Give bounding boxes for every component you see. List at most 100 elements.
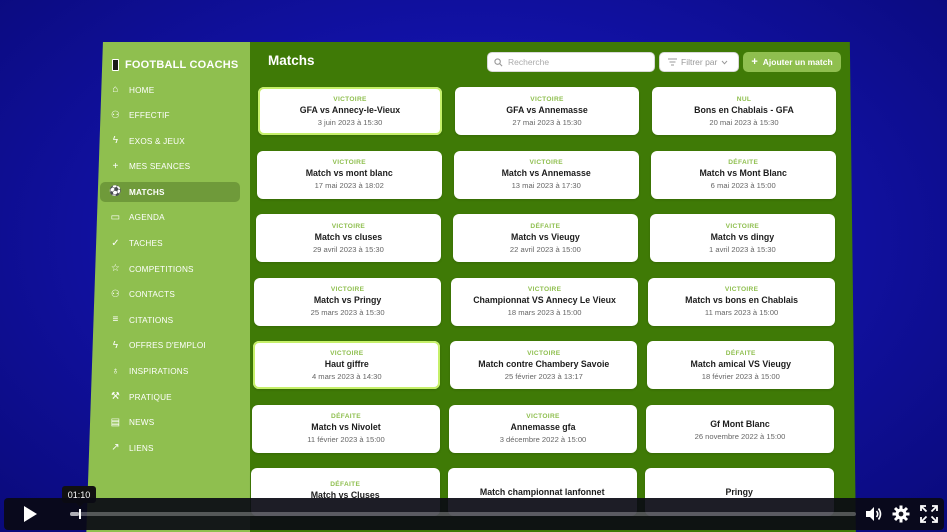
- sidebar-item-label: NEWS: [129, 418, 155, 428]
- progress-bar[interactable]: [70, 509, 856, 519]
- match-card[interactable]: VICTOIRE Championnat VS Annecy Le Vieux 18…: [451, 277, 638, 326]
- sidebar-item-news[interactable]: ▤ NEWS: [100, 413, 240, 433]
- match-card[interactable]: DÉFAITE Match amical VS Vieugy 18 février …: [647, 341, 835, 389]
- match-title: Match vs bons en Chablais: [685, 295, 799, 305]
- match-title: GFA vs Annecy-le-Vieux: [299, 104, 401, 115]
- match-date: 18 février 2023 à 15:00: [701, 371, 780, 381]
- sidebar-item-pratique[interactable]: ⚒ PRATIQUE: [100, 387, 240, 407]
- sidebar-item-inspirations[interactable]: ♁ INSPIRATIONS: [100, 362, 240, 382]
- match-card[interactable]: DÉFAITE Match vs Nivolet 11 février 2023 à…: [252, 404, 440, 453]
- match-title: Match contre Chambery Savoie: [478, 358, 610, 369]
- news-icon: ▤: [110, 416, 121, 428]
- sidebar-item-agenda[interactable]: ▭ AGENDA: [100, 208, 240, 228]
- app-window: FOOTBALL COACHS ⌂ HOME ⚇ EFFECTIF ϟ EXOS & JE…: [86, 42, 856, 532]
- match-status: VICTOIRE: [530, 95, 564, 103]
- match-card[interactable]: DÉFAITE Match vs Vieugy 22 avril 2023 à 15…: [452, 214, 639, 262]
- match-title: Annemasse gfa: [510, 422, 576, 432]
- match-card[interactable]: VICTOIRE Haut giffre 4 mars 2023 à 14:30: [253, 341, 441, 389]
- match-card[interactable]: VICTOIRE Match contre Chambery Savoie 25 f…: [450, 341, 638, 389]
- match-card[interactable]: VICTOIRE GFA vs Annemasse 27 mai 2023 à 15…: [455, 87, 639, 135]
- match-status: DÉFAITE: [725, 349, 756, 357]
- home-icon: ⌂: [112, 84, 119, 95]
- sidebar-item-citations[interactable]: ≡ CITATIONS: [100, 310, 240, 330]
- sidebar-item-label: HOME: [129, 85, 155, 95]
- match-card[interactable]: Gf Mont Blanc 26 novembre 2022 à 15:00: [646, 404, 834, 453]
- sidebar-item-contacts[interactable]: ⚇ CONTACTS: [100, 285, 240, 305]
- calendar-icon: ▭: [110, 211, 121, 223]
- page-title: Matchs: [268, 53, 315, 68]
- match-title: Match vs mont blanc: [305, 168, 393, 178]
- sidebar-item-label: PRATIQUE: [129, 392, 172, 402]
- sidebar-item-offres-d-emploi[interactable]: ϟ OFFRES D'EMPLOI: [100, 336, 240, 356]
- sidebar-item-label: COMPETITIONS: [129, 264, 194, 274]
- sidebar-item-exos-jeux[interactable]: ϟ EXOS & JEUX: [100, 131, 240, 151]
- match-title: Bons en Chablais - GFA: [694, 104, 794, 115]
- brand: FOOTBALL COACHS: [86, 50, 250, 78]
- match-card[interactable]: VICTOIRE Match vs bons en Chablais 11 mars…: [648, 277, 835, 326]
- match-date: 29 avril 2023 à 15:30: [312, 244, 384, 254]
- sidebar-item-label: TACHES: [129, 239, 163, 249]
- sidebar-item-taches[interactable]: ✓ TACHES: [100, 234, 240, 254]
- match-title: Gf Mont Blanc: [710, 418, 770, 429]
- match-card[interactable]: NUL Bons en Chablais - GFA 20 mai 2023 à 1…: [652, 87, 836, 135]
- sidebar-item-liens[interactable]: ↗ LIENS: [100, 438, 240, 458]
- match-date: 26 novembre 2022 à 15:00: [694, 431, 786, 441]
- add-match-label: Ajouter un match: [762, 57, 833, 67]
- settings-icon[interactable]: [892, 505, 910, 523]
- match-card[interactable]: VICTOIRE Match vs Pringy 25 mars 2023 à 15…: [254, 277, 441, 326]
- sidebar-nav: ⌂ HOME ⚇ EFFECTIF ϟ EXOS & JEUX + MES SEANCES ⚽ M…: [86, 80, 250, 458]
- progress-fill: [70, 512, 80, 516]
- tool-icon: ⚒: [110, 391, 121, 403]
- sidebar-item-home[interactable]: ⌂ HOME: [100, 80, 240, 100]
- sidebar-item-mes-seances[interactable]: + MES SEANCES: [100, 157, 240, 177]
- match-status: VICTOIRE: [724, 286, 759, 293]
- match-title: Match amical VS Vieugy: [690, 358, 792, 369]
- match-date: 6 mai 2023 à 15:00: [710, 181, 776, 190]
- match-status: VICTOIRE: [529, 159, 563, 166]
- match-title: Match vs Vieugy: [511, 231, 580, 242]
- match-status: DÉFAITE: [330, 481, 361, 488]
- video-stage: FOOTBALL COACHS ⌂ HOME ⚇ EFFECTIF ϟ EXOS & JE…: [0, 0, 947, 532]
- sidebar-item-competitions[interactable]: ☆ COMPETITIONS: [100, 259, 240, 279]
- sidebar-item-label: MES SEANCES: [129, 162, 191, 172]
- match-card[interactable]: VICTOIRE Match vs dingy 1 avril 2023 à 15:…: [649, 214, 836, 262]
- sidebar-item-effectif[interactable]: ⚇ EFFECTIF: [100, 106, 240, 126]
- sidebar-item-matchs[interactable]: ⚽ MATCHS: [100, 182, 240, 203]
- sidebar-item-label: MATCHS: [129, 187, 165, 197]
- sidebar-item-label: CONTACTS: [129, 290, 176, 300]
- add-match-button[interactable]: + Ajouter un match: [743, 52, 841, 72]
- match-status: DÉFAITE: [530, 222, 561, 230]
- match-card[interactable]: VICTOIRE Match vs cluses 29 avril 2023 à 1…: [255, 214, 442, 262]
- sidebar-item-label: AGENDA: [129, 213, 165, 223]
- match-title: Championnat VS Annecy Le Vieux: [473, 295, 616, 305]
- match-date: 20 mai 2023 à 15:30: [709, 117, 779, 127]
- match-card[interactable]: VICTOIRE Match vs Annemasse 13 mai 2023 à …: [453, 150, 639, 199]
- sidebar-item-label: LIENS: [129, 443, 154, 453]
- filter-label: Filtrer par: [681, 57, 718, 67]
- match-card[interactable]: VICTOIRE GFA vs Annecy-le-Vieux 3 juin 202…: [258, 87, 442, 135]
- match-card[interactable]: DÉFAITE Match vs Mont Blanc 6 mai 2023 à 1…: [650, 150, 836, 199]
- progress-handle[interactable]: [79, 509, 82, 519]
- chevron-down-icon: [722, 60, 728, 65]
- match-title: GFA vs Annemasse: [506, 104, 588, 115]
- topbar: Matchs Filtrer par + Ajouter un match: [250, 42, 856, 82]
- sidebar-item-label: CITATIONS: [129, 315, 174, 325]
- match-title: Match vs cluses: [314, 231, 383, 242]
- filter-dropdown[interactable]: Filtrer par: [659, 52, 739, 72]
- match-date: 25 février 2023 à 13:17: [504, 371, 583, 381]
- search-box[interactable]: [487, 52, 655, 72]
- volume-icon[interactable]: [864, 505, 882, 523]
- contacts-icon: ⚇: [110, 288, 121, 300]
- match-status: VICTOIRE: [725, 222, 760, 230]
- user-icon: ⚇: [110, 109, 121, 121]
- match-card[interactable]: VICTOIRE Match vs mont blanc 17 mai 2023 à…: [256, 150, 442, 199]
- sidebar-item-label: EXOS & JEUX: [129, 136, 185, 146]
- fullscreen-icon[interactable]: [920, 505, 938, 523]
- bulb-icon: ♁: [111, 365, 120, 377]
- match-card[interactable]: VICTOIRE Annemasse gfa 3 décembre 2022 à 1…: [449, 404, 637, 453]
- match-date: 11 février 2023 à 15:00: [307, 435, 385, 444]
- match-title: Pringy: [725, 486, 753, 497]
- external-link-icon: ↗: [111, 442, 120, 454]
- search-input[interactable]: [508, 57, 648, 67]
- play-icon[interactable]: [22, 506, 38, 522]
